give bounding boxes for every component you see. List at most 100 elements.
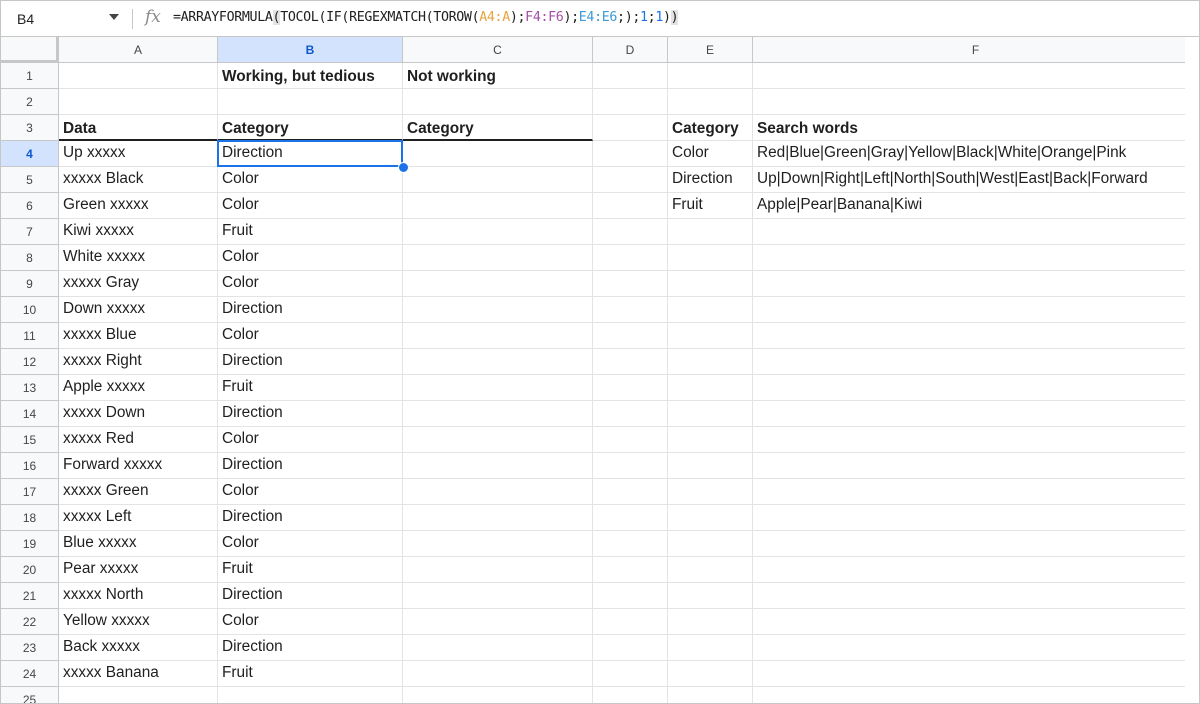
row-header-9[interactable]: 9: [1, 271, 59, 297]
cell-b5[interactable]: Color: [218, 167, 403, 193]
cell-d17[interactable]: [593, 479, 668, 505]
cell-f12[interactable]: [753, 349, 1199, 375]
name-box[interactable]: B4: [11, 8, 119, 30]
cell-e15[interactable]: [668, 427, 753, 453]
cell-d1[interactable]: [593, 63, 668, 89]
cell-c20[interactable]: [403, 557, 593, 583]
cell-f13[interactable]: [753, 375, 1199, 401]
cell-b20[interactable]: Fruit: [218, 557, 403, 583]
cell-f6[interactable]: Apple|Pear|Banana|Kiwi: [753, 193, 1199, 219]
cell-f4[interactable]: Red|Blue|Green|Gray|Yellow|Black|White|O…: [753, 141, 1199, 167]
cell-f16[interactable]: [753, 453, 1199, 479]
cell-a16[interactable]: Forward xxxxx: [59, 453, 218, 479]
cell-c15[interactable]: [403, 427, 593, 453]
cell-f23[interactable]: [753, 635, 1199, 661]
cell-b1[interactable]: Working, but tedious: [218, 63, 403, 89]
row-header-2[interactable]: 2: [1, 89, 59, 115]
row-header-12[interactable]: 12: [1, 349, 59, 375]
cell-a8[interactable]: White xxxxx: [59, 245, 218, 271]
cell-e13[interactable]: [668, 375, 753, 401]
cell-d19[interactable]: [593, 531, 668, 557]
row-header-3[interactable]: 3: [1, 115, 59, 141]
cell-e16[interactable]: [668, 453, 753, 479]
cell-f24[interactable]: [753, 661, 1199, 687]
cell-c21[interactable]: [403, 583, 593, 609]
cell-d3[interactable]: [593, 115, 668, 141]
cell-f1[interactable]: [753, 63, 1199, 89]
row-header-4[interactable]: 4: [1, 141, 59, 167]
fill-handle[interactable]: [398, 162, 409, 173]
cell-e6[interactable]: Fruit: [668, 193, 753, 219]
cell-d11[interactable]: [593, 323, 668, 349]
cell-a20[interactable]: Pear xxxxx: [59, 557, 218, 583]
row-header-24[interactable]: 24: [1, 661, 59, 687]
row-header-10[interactable]: 10: [1, 297, 59, 323]
cell-f14[interactable]: [753, 401, 1199, 427]
cell-c11[interactable]: [403, 323, 593, 349]
cell-c24[interactable]: [403, 661, 593, 687]
column-header-f[interactable]: F: [753, 37, 1199, 63]
row-header-21[interactable]: 21: [1, 583, 59, 609]
cell-e8[interactable]: [668, 245, 753, 271]
row-header-11[interactable]: 11: [1, 323, 59, 349]
column-header-d[interactable]: D: [593, 37, 668, 63]
cell-e11[interactable]: [668, 323, 753, 349]
cell-d16[interactable]: [593, 453, 668, 479]
cell-b25[interactable]: [218, 687, 403, 703]
cell-d15[interactable]: [593, 427, 668, 453]
cell-a17[interactable]: xxxxx Green: [59, 479, 218, 505]
cell-a21[interactable]: xxxxx North: [59, 583, 218, 609]
cell-c1[interactable]: Not working: [403, 63, 593, 89]
cell-f8[interactable]: [753, 245, 1199, 271]
cell-a15[interactable]: xxxxx Red: [59, 427, 218, 453]
cell-e10[interactable]: [668, 297, 753, 323]
cell-e20[interactable]: [668, 557, 753, 583]
cell-a7[interactable]: Kiwi xxxxx: [59, 219, 218, 245]
cell-b9[interactable]: Color: [218, 271, 403, 297]
cell-d8[interactable]: [593, 245, 668, 271]
cell-d10[interactable]: [593, 297, 668, 323]
cell-e23[interactable]: [668, 635, 753, 661]
cell-f15[interactable]: [753, 427, 1199, 453]
column-header-a[interactable]: A: [59, 37, 218, 63]
cell-a19[interactable]: Blue xxxxx: [59, 531, 218, 557]
cell-f22[interactable]: [753, 609, 1199, 635]
cell-f21[interactable]: [753, 583, 1199, 609]
cell-b16[interactable]: Direction: [218, 453, 403, 479]
cell-f20[interactable]: [753, 557, 1199, 583]
cell-e1[interactable]: [668, 63, 753, 89]
cell-c4[interactable]: [403, 141, 593, 167]
cell-f17[interactable]: [753, 479, 1199, 505]
cell-a12[interactable]: xxxxx Right: [59, 349, 218, 375]
cell-a5[interactable]: xxxxx Black: [59, 167, 218, 193]
cell-c8[interactable]: [403, 245, 593, 271]
cell-c5[interactable]: [403, 167, 593, 193]
cell-e22[interactable]: [668, 609, 753, 635]
cell-f9[interactable]: [753, 271, 1199, 297]
cell-a22[interactable]: Yellow xxxxx: [59, 609, 218, 635]
cell-e25[interactable]: [668, 687, 753, 703]
cell-f10[interactable]: [753, 297, 1199, 323]
cell-c16[interactable]: [403, 453, 593, 479]
row-header-6[interactable]: 6: [1, 193, 59, 219]
cell-d18[interactable]: [593, 505, 668, 531]
cell-a6[interactable]: Green xxxxx: [59, 193, 218, 219]
cell-e5[interactable]: Direction: [668, 167, 753, 193]
row-header-17[interactable]: 17: [1, 479, 59, 505]
cell-d13[interactable]: [593, 375, 668, 401]
row-header-25[interactable]: 25: [1, 687, 59, 703]
cell-c25[interactable]: [403, 687, 593, 703]
vertical-scrollbar[interactable]: [1185, 37, 1199, 703]
cell-c17[interactable]: [403, 479, 593, 505]
cell-f25[interactable]: [753, 687, 1199, 703]
cell-c23[interactable]: [403, 635, 593, 661]
cell-e4[interactable]: Color: [668, 141, 753, 167]
cell-a23[interactable]: Back xxxxx: [59, 635, 218, 661]
cell-d23[interactable]: [593, 635, 668, 661]
cell-f5[interactable]: Up|Down|Right|Left|North|South|West|East…: [753, 167, 1199, 193]
cell-a3[interactable]: Data: [59, 115, 218, 141]
cell-c3[interactable]: Category: [403, 115, 593, 141]
cell-e14[interactable]: [668, 401, 753, 427]
cell-a14[interactable]: xxxxx Down: [59, 401, 218, 427]
cell-c19[interactable]: [403, 531, 593, 557]
